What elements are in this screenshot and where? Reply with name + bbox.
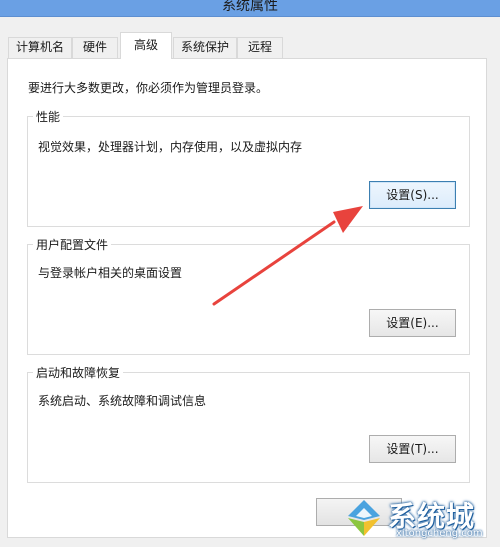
tab-strip: 计算机名 硬件 高级 系统保护 远程 (0, 17, 500, 59)
startup-recovery-group-title: 启动和故障恢复 (33, 364, 124, 381)
watermark-logo-icon (348, 500, 380, 536)
user-profiles-group: 用户配置文件 与登录帐户相关的桌面设置 (27, 236, 470, 355)
performance-group-title: 性能 (33, 108, 64, 125)
user-profiles-description: 与登录帐户相关的桌面设置 (38, 266, 183, 280)
user-profiles-settings-button[interactable]: 设置(E)... (369, 309, 456, 337)
window-title: 系统属性 (222, 0, 278, 14)
tab-system-protection[interactable]: 系统保护 (173, 37, 237, 58)
startup-recovery-settings-button[interactable]: 设置(T)... (369, 435, 456, 463)
tab-hardware[interactable]: 硬件 (72, 37, 118, 58)
watermark: 系统城 xitongcheng.com (340, 490, 500, 547)
user-profiles-group-title: 用户配置文件 (33, 236, 112, 253)
tab-advanced[interactable]: 高级 (120, 32, 172, 59)
performance-settings-button[interactable]: 设置(S)... (369, 181, 456, 209)
tab-computer-name[interactable]: 计算机名 (8, 37, 72, 58)
watermark-domain: xitongcheng.com (396, 528, 483, 539)
startup-recovery-description: 系统启动、系统故障和调试信息 (38, 394, 207, 408)
performance-description: 视觉效果，处理器计划，内存使用，以及虚拟内存 (38, 140, 303, 154)
tab-remote[interactable]: 远程 (237, 37, 283, 58)
admin-notice: 要进行大多数更改，你必须作为管理员登录。 (28, 81, 269, 95)
performance-group: 性能 视觉效果，处理器计划，内存使用，以及虚拟内存 (27, 108, 470, 227)
startup-recovery-group: 启动和故障恢复 系统启动、系统故障和调试信息 (27, 364, 470, 483)
title-bar[interactable]: 系统属性 (0, 0, 500, 17)
